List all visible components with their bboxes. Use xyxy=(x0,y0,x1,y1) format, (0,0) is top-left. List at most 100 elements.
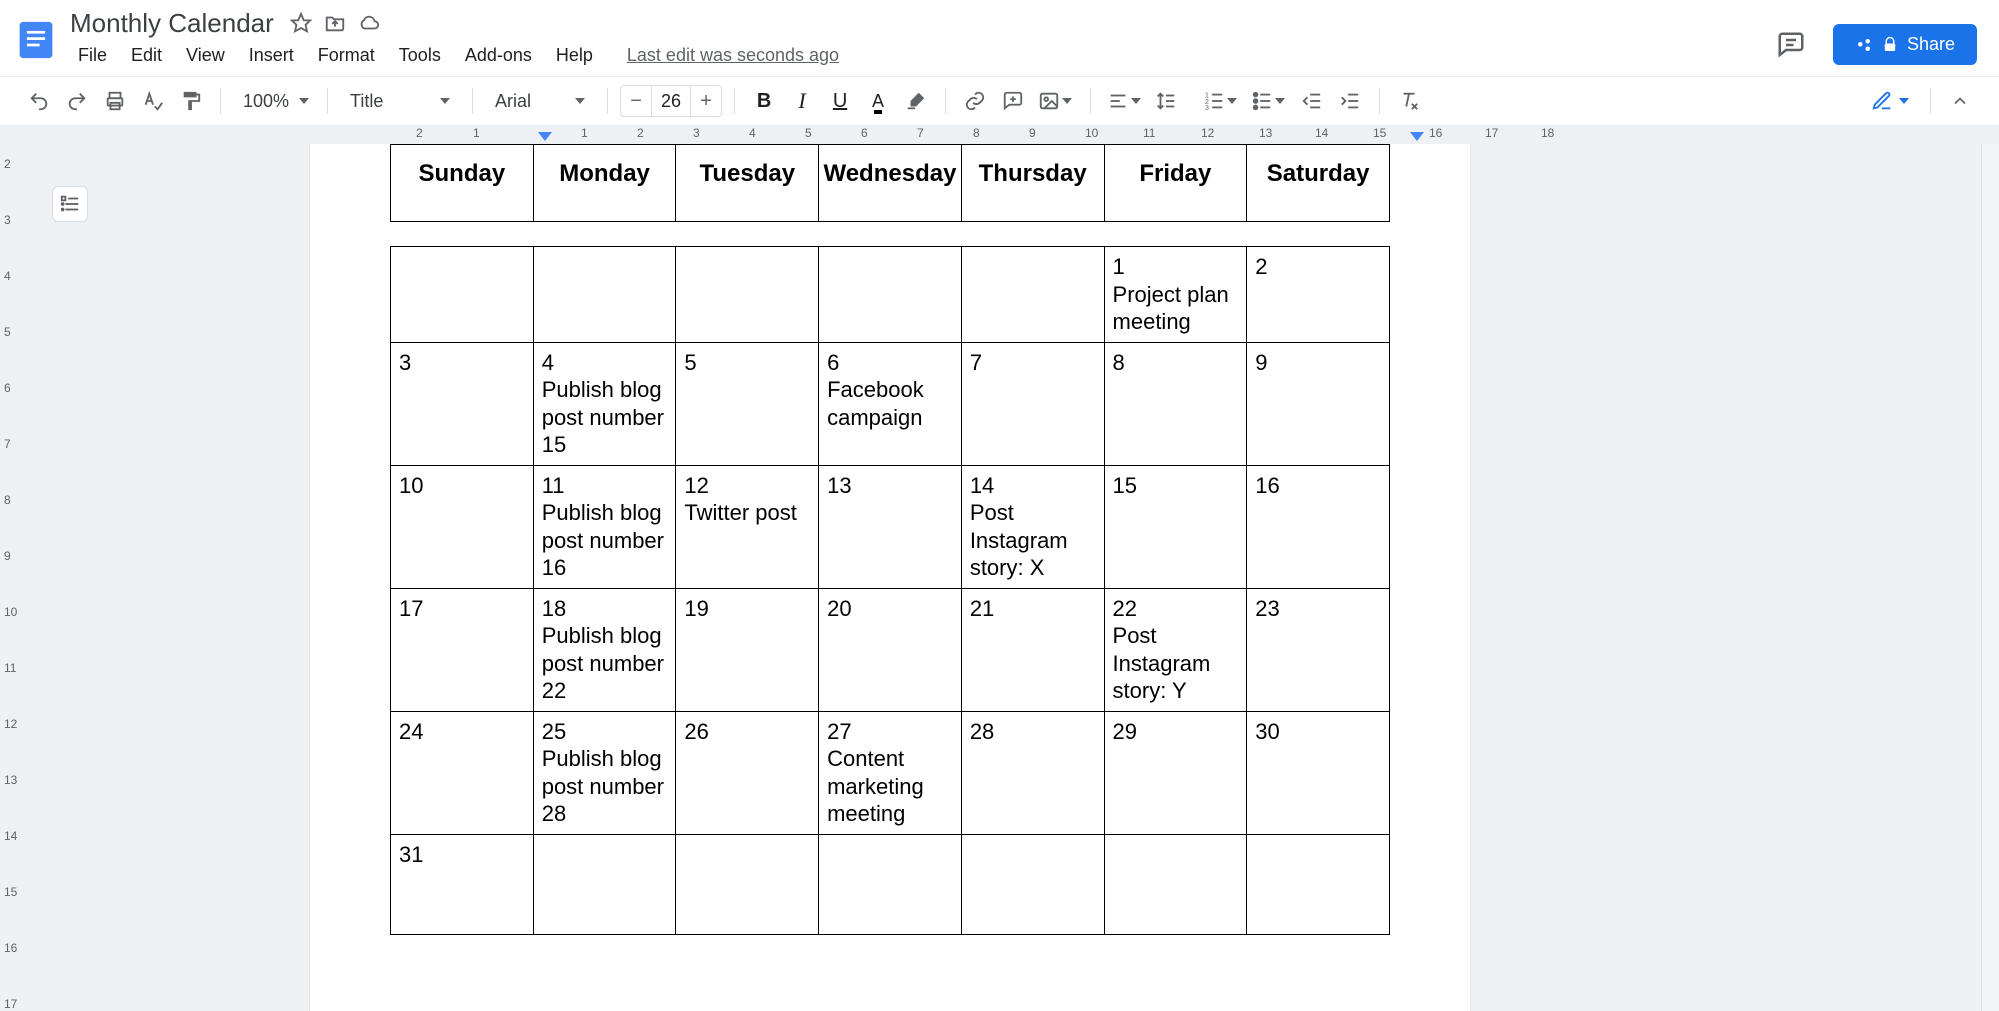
insert-link-button[interactable] xyxy=(958,84,992,118)
paragraph-style-select[interactable]: Title xyxy=(340,84,460,118)
calendar-cell[interactable] xyxy=(676,834,819,934)
day-header[interactable]: Thursday xyxy=(961,145,1104,222)
calendar-cell[interactable] xyxy=(676,247,819,343)
undo-button[interactable] xyxy=(22,84,56,118)
calendar-cell[interactable] xyxy=(1104,834,1247,934)
calendar-cell[interactable]: 6Facebook campaign xyxy=(819,342,962,465)
font-select[interactable]: Arial xyxy=(485,84,595,118)
menu-help[interactable]: Help xyxy=(546,41,603,70)
horizontal-ruler[interactable]: 21123456789101112131415161718 xyxy=(0,126,1999,144)
calendar-cell[interactable]: 5 xyxy=(676,342,819,465)
calendar-cell[interactable] xyxy=(819,834,962,934)
calendar-body-table[interactable]: 1Project plan meeting234Publish blog pos… xyxy=(390,246,1390,935)
document-scroll-area[interactable]: SundayMondayTuesdayWednesdayThursdayFrid… xyxy=(20,144,1981,1011)
calendar-cell[interactable]: 11Publish blog post number 16 xyxy=(533,465,676,588)
redo-button[interactable] xyxy=(60,84,94,118)
docs-logo[interactable] xyxy=(12,10,60,70)
cloud-status-icon[interactable] xyxy=(358,12,380,34)
calendar-cell[interactable]: 23 xyxy=(1247,588,1390,711)
calendar-cell[interactable] xyxy=(961,247,1104,343)
calendar-cell[interactable]: 13 xyxy=(819,465,962,588)
font-size-increase[interactable]: + xyxy=(691,86,721,116)
collapse-toolbar-button[interactable] xyxy=(1943,84,1977,118)
comments-icon[interactable] xyxy=(1775,29,1807,61)
calendar-cell[interactable] xyxy=(391,247,534,343)
editing-mode-button[interactable] xyxy=(1862,85,1918,117)
menu-tools[interactable]: Tools xyxy=(389,41,451,70)
day-header[interactable]: Saturday xyxy=(1247,145,1390,222)
day-header[interactable]: Tuesday xyxy=(676,145,819,222)
vertical-scrollbar[interactable] xyxy=(1981,144,1999,1011)
calendar-cell[interactable]: 28 xyxy=(961,711,1104,834)
calendar-cell[interactable]: 15 xyxy=(1104,465,1247,588)
menu-format[interactable]: Format xyxy=(308,41,385,70)
calendar-cell[interactable]: 14Post Instagram story: X xyxy=(961,465,1104,588)
line-spacing-button[interactable] xyxy=(1151,84,1195,118)
left-indent-marker[interactable] xyxy=(538,132,552,141)
day-header[interactable]: Friday xyxy=(1104,145,1247,222)
calendar-cell[interactable]: 30 xyxy=(1247,711,1390,834)
calendar-cell[interactable]: 16 xyxy=(1247,465,1390,588)
calendar-cell[interactable]: 7 xyxy=(961,342,1104,465)
calendar-cell[interactable] xyxy=(533,834,676,934)
numbered-list-button[interactable]: 123 xyxy=(1199,84,1243,118)
calendar-cell[interactable]: 18Publish blog post number 22 xyxy=(533,588,676,711)
calendar-cell[interactable]: 20 xyxy=(819,588,962,711)
outline-toggle-button[interactable] xyxy=(52,186,88,222)
menu-insert[interactable]: Insert xyxy=(239,41,304,70)
share-button[interactable]: Share xyxy=(1833,24,1977,65)
move-icon[interactable] xyxy=(324,12,346,34)
calendar-cell[interactable]: 27Content marketing meeting xyxy=(819,711,962,834)
spellcheck-button[interactable] xyxy=(136,84,170,118)
calendar-cell[interactable]: 9 xyxy=(1247,342,1390,465)
menu-view[interactable]: View xyxy=(176,41,235,70)
calendar-cell[interactable]: 10 xyxy=(391,465,534,588)
calendar-header-table[interactable]: SundayMondayTuesdayWednesdayThursdayFrid… xyxy=(390,144,1390,222)
bold-button[interactable]: B xyxy=(747,84,781,118)
menu-edit[interactable]: Edit xyxy=(121,41,172,70)
calendar-cell[interactable] xyxy=(819,247,962,343)
menu-file[interactable]: File xyxy=(68,41,117,70)
calendar-cell[interactable]: 21 xyxy=(961,588,1104,711)
page[interactable]: SundayMondayTuesdayWednesdayThursdayFrid… xyxy=(310,144,1470,1011)
zoom-select[interactable]: 100% xyxy=(233,84,315,118)
calendar-cell[interactable]: 25Publish blog post number 28 xyxy=(533,711,676,834)
calendar-cell[interactable]: 31 xyxy=(391,834,534,934)
doc-title[interactable]: Monthly Calendar xyxy=(66,8,278,39)
italic-button[interactable]: I xyxy=(785,84,819,118)
calendar-cell[interactable]: 8 xyxy=(1104,342,1247,465)
last-edit-link[interactable]: Last edit was seconds ago xyxy=(627,45,839,66)
calendar-cell[interactable]: 3 xyxy=(391,342,534,465)
font-size-decrease[interactable]: − xyxy=(621,86,651,116)
calendar-cell[interactable]: 2 xyxy=(1247,247,1390,343)
highlight-button[interactable] xyxy=(899,84,933,118)
clear-formatting-button[interactable] xyxy=(1392,84,1426,118)
paint-format-button[interactable] xyxy=(174,84,208,118)
text-color-button[interactable]: A xyxy=(861,84,895,118)
menu-addons[interactable]: Add-ons xyxy=(455,41,542,70)
insert-comment-button[interactable] xyxy=(996,84,1030,118)
underline-button[interactable]: U xyxy=(823,84,857,118)
calendar-cell[interactable]: 12Twitter post xyxy=(676,465,819,588)
calendar-cell[interactable]: 26 xyxy=(676,711,819,834)
calendar-cell[interactable]: 22Post Instagram story: Y xyxy=(1104,588,1247,711)
star-icon[interactable] xyxy=(290,12,312,34)
calendar-cell[interactable] xyxy=(961,834,1104,934)
calendar-cell[interactable] xyxy=(1247,834,1390,934)
day-header[interactable]: Monday xyxy=(533,145,676,222)
calendar-cell[interactable]: 4Publish blog post number 15 xyxy=(533,342,676,465)
font-size-input[interactable] xyxy=(651,86,691,116)
vertical-ruler[interactable]: 234567891011121314151617 xyxy=(0,144,20,1011)
bulleted-list-button[interactable] xyxy=(1247,84,1291,118)
calendar-cell[interactable]: 24 xyxy=(391,711,534,834)
day-header[interactable]: Wednesday xyxy=(819,145,962,222)
decrease-indent-button[interactable] xyxy=(1295,84,1329,118)
calendar-cell[interactable]: 29 xyxy=(1104,711,1247,834)
calendar-cell[interactable]: 1Project plan meeting xyxy=(1104,247,1247,343)
calendar-cell[interactable]: 19 xyxy=(676,588,819,711)
day-header[interactable]: Sunday xyxy=(391,145,534,222)
insert-image-button[interactable] xyxy=(1034,84,1078,118)
calendar-cell[interactable]: 17 xyxy=(391,588,534,711)
calendar-cell[interactable] xyxy=(533,247,676,343)
right-indent-marker[interactable] xyxy=(1410,132,1424,141)
